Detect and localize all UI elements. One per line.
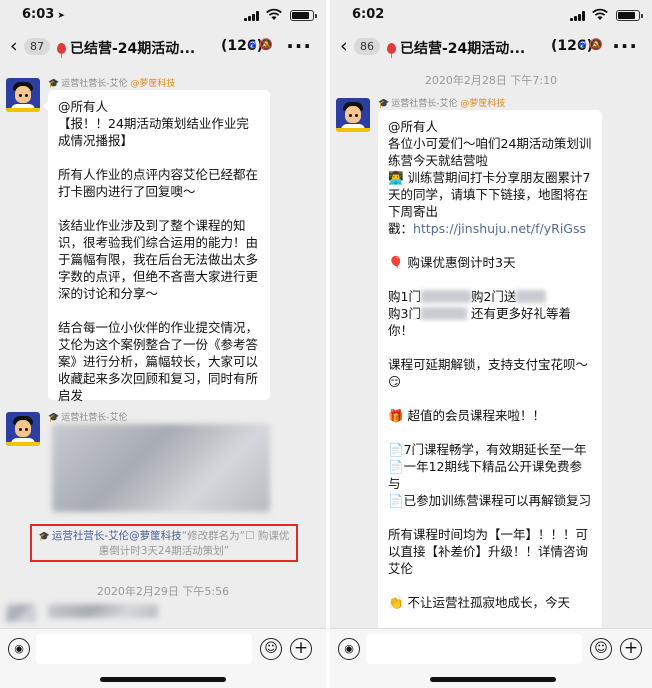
blurred-price (516, 290, 547, 303)
status-bar: 6:03 ➤ (0, 0, 326, 30)
sender-avatar[interactable] (6, 412, 40, 446)
input-bar: ◉ ☺ + (0, 628, 326, 688)
group-icons: ⊕ 🔕 (248, 38, 273, 51)
message-bubble[interactable]: @所有人 各位小可爱们～咱们24期活动策划训练营今天就结营啦 👨‍💻 训练营期间… (378, 110, 602, 630)
signal-icon (570, 11, 586, 21)
blurred-image-message[interactable] (52, 424, 270, 512)
bundle-line-1: 购1门 购2门送 (388, 289, 547, 304)
more-dots-icon[interactable]: ··· (286, 34, 312, 58)
bundle-line-2: 购3门 还有更多好礼等着你！ (388, 306, 571, 338)
battery-icon (616, 10, 643, 21)
chat-nav-bar: ‹ 86 已结营-24期活动... (126) ⊕ 🔕 ··· (330, 30, 652, 66)
unread-count-badge[interactable]: 86 (354, 38, 380, 55)
message-timestamp: 2020年2月29日 下午5:56 (96, 585, 230, 598)
more-dots-icon[interactable]: ··· (612, 34, 638, 58)
blurred-sender (48, 604, 158, 618)
graduation-cap-icon: 🎓 (378, 99, 390, 109)
group-icons: ⊕ 🔕 (578, 38, 603, 51)
status-time: 6:02 (352, 7, 385, 22)
location-icon: ➤ (57, 11, 65, 21)
message-timestamp: 2020年2月28日 下午7:10 (424, 74, 558, 87)
status-bar: 6:02 (330, 0, 652, 30)
home-indicator (430, 677, 556, 682)
message-input[interactable] (36, 634, 252, 664)
sender-name: 🎓 运营社营长-艾伦 @萝筐科技 (48, 79, 176, 89)
group-add-icon: ⊕ (578, 38, 588, 51)
message-input[interactable] (366, 634, 582, 664)
blurred-avatar (6, 604, 36, 622)
voice-icon[interactable]: ◉ (338, 638, 360, 660)
wifi-icon (592, 8, 608, 20)
plus-icon[interactable]: + (290, 638, 312, 660)
mute-icon: 🔕 (589, 38, 603, 51)
sender-avatar[interactable] (336, 98, 370, 132)
sender-avatar[interactable] (6, 78, 40, 112)
sender-name: 🎓 运营社营长-艾伦 @萝筐科技 (378, 99, 506, 109)
mute-icon: 🔕 (259, 38, 273, 51)
home-indicator (100, 677, 226, 682)
sender-name: 🎓 运营社营长-艾伦 (48, 413, 128, 423)
group-add-icon: ⊕ (248, 38, 258, 51)
input-bar: ◉ ☺ + (330, 628, 652, 688)
graduation-cap-icon: 🎓 (48, 79, 60, 89)
message-bubble[interactable]: @所有人 【报！！24期活动策划结业作业完成情况播报】 所有人作业的点评内容艾伦… (43, 90, 270, 403)
voice-icon[interactable]: ◉ (8, 638, 30, 660)
graduation-cap-icon: 🎓 (48, 413, 60, 423)
right-chat-screen: 6:02 ‹ 86 已结营-24期活动... (126) ⊕ 🔕 ··· 2020… (326, 0, 652, 688)
emoji-icon[interactable]: ☺ (260, 638, 282, 660)
back-chevron-icon[interactable]: ‹ (340, 35, 348, 57)
blurred-price (420, 290, 471, 303)
unread-count-badge[interactable]: 87 (24, 38, 50, 55)
plus-icon[interactable]: + (620, 638, 642, 660)
chat-title: 已结营-24期活动... (126) (387, 38, 597, 58)
balloon-icon (57, 43, 66, 58)
emoji-icon[interactable]: ☺ (590, 638, 612, 660)
back-chevron-icon[interactable]: ‹ (10, 35, 18, 57)
left-chat-screen: 6:03 ➤ ‹ 87 已结营-24期活动... (126) ⊕ 🔕 ··· 🎓 运营… (0, 0, 326, 688)
balloon-icon (387, 43, 396, 58)
blurred-price (420, 307, 467, 320)
system-rename-notice: 🎓 运营社营长-艾伦@萝筐科技“修改群名为“☐ 购课优惠倒计时3天24期活动策划” (30, 524, 298, 562)
chat-nav-bar: ‹ 87 已结营-24期活动... (126) ⊕ 🔕 ··· (0, 30, 326, 66)
graduation-cap-icon: 🎓 (38, 532, 50, 542)
survey-link[interactable]: https://jinshuju.net/f/yRiGss (413, 221, 586, 236)
battery-icon (290, 10, 317, 21)
status-time: 6:03 ➤ (22, 7, 65, 22)
signal-icon (244, 11, 260, 21)
wifi-icon (266, 8, 282, 20)
chat-title: 已结营-24期活动... (126) (57, 38, 267, 58)
